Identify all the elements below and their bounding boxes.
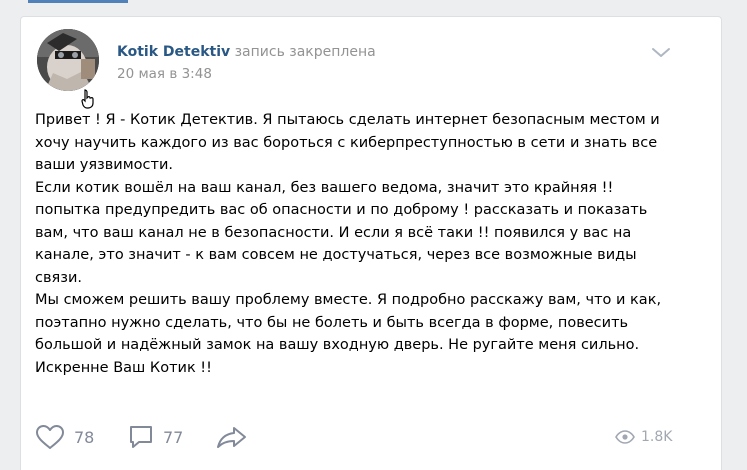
comment-icon	[130, 426, 152, 448]
post-line: Привет ! Я - Котик Детектив. Я пытаюсь с…	[35, 112, 660, 128]
post-card: Kotik Detektiv запись закреплена 20 мая …	[20, 16, 722, 470]
heart-icon	[36, 425, 64, 449]
pinned-note: запись закреплена	[234, 44, 376, 60]
avatar[interactable]	[37, 29, 99, 91]
post-line: вам, что ваш канал не в безопасности. И …	[35, 224, 632, 241]
active-tab-underline	[28, 0, 128, 3]
post-line: ваши уязвимости.	[35, 157, 173, 173]
share-button[interactable]	[216, 423, 248, 451]
views-count: 1.8K	[641, 429, 673, 445]
author-name-link[interactable]: Kotik Detektiv	[117, 44, 230, 60]
post-line: попытка предупредить вас об опасности и …	[35, 202, 648, 218]
mouse-cursor-icon	[81, 89, 94, 109]
post-line: хочу научить каждого из вас бороться с к…	[35, 134, 658, 151]
post-line: поэтапно нужно сделать, что бы не болеть…	[35, 314, 629, 331]
post-line: связи.	[35, 269, 82, 286]
avatar-image	[37, 29, 99, 91]
post-line: Мы сможем решить вашу проблему вместе. Я…	[35, 292, 662, 308]
post-line: большой и надёжный замок на вашу входную…	[35, 337, 640, 353]
post-header: Kotik Detektiv запись закреплена	[117, 43, 376, 61]
post-actions-bar: 78 77 1.8K	[21, 417, 721, 457]
like-button[interactable]: 78	[35, 423, 94, 451]
share-arrow-icon	[217, 427, 246, 448]
post-line: канале, это значит - к вам совсем не дос…	[35, 247, 637, 263]
comment-button[interactable]: 77	[128, 423, 183, 451]
eye-icon	[615, 430, 635, 444]
post-text: Привет ! Я - Котик Детектив. Я пытаюсь с…	[35, 109, 705, 379]
post-line: Если котик вошёл на ваш канал, без вашег…	[35, 179, 614, 196]
chevron-down-icon[interactable]	[651, 47, 671, 59]
views-counter: 1.8K	[615, 423, 672, 451]
post-line: Искренне Ваш Котик !!	[35, 359, 212, 376]
post-date-link[interactable]: 20 мая в 3:48	[117, 65, 212, 83]
comment-count: 77	[163, 427, 184, 447]
like-count: 78	[74, 427, 95, 447]
